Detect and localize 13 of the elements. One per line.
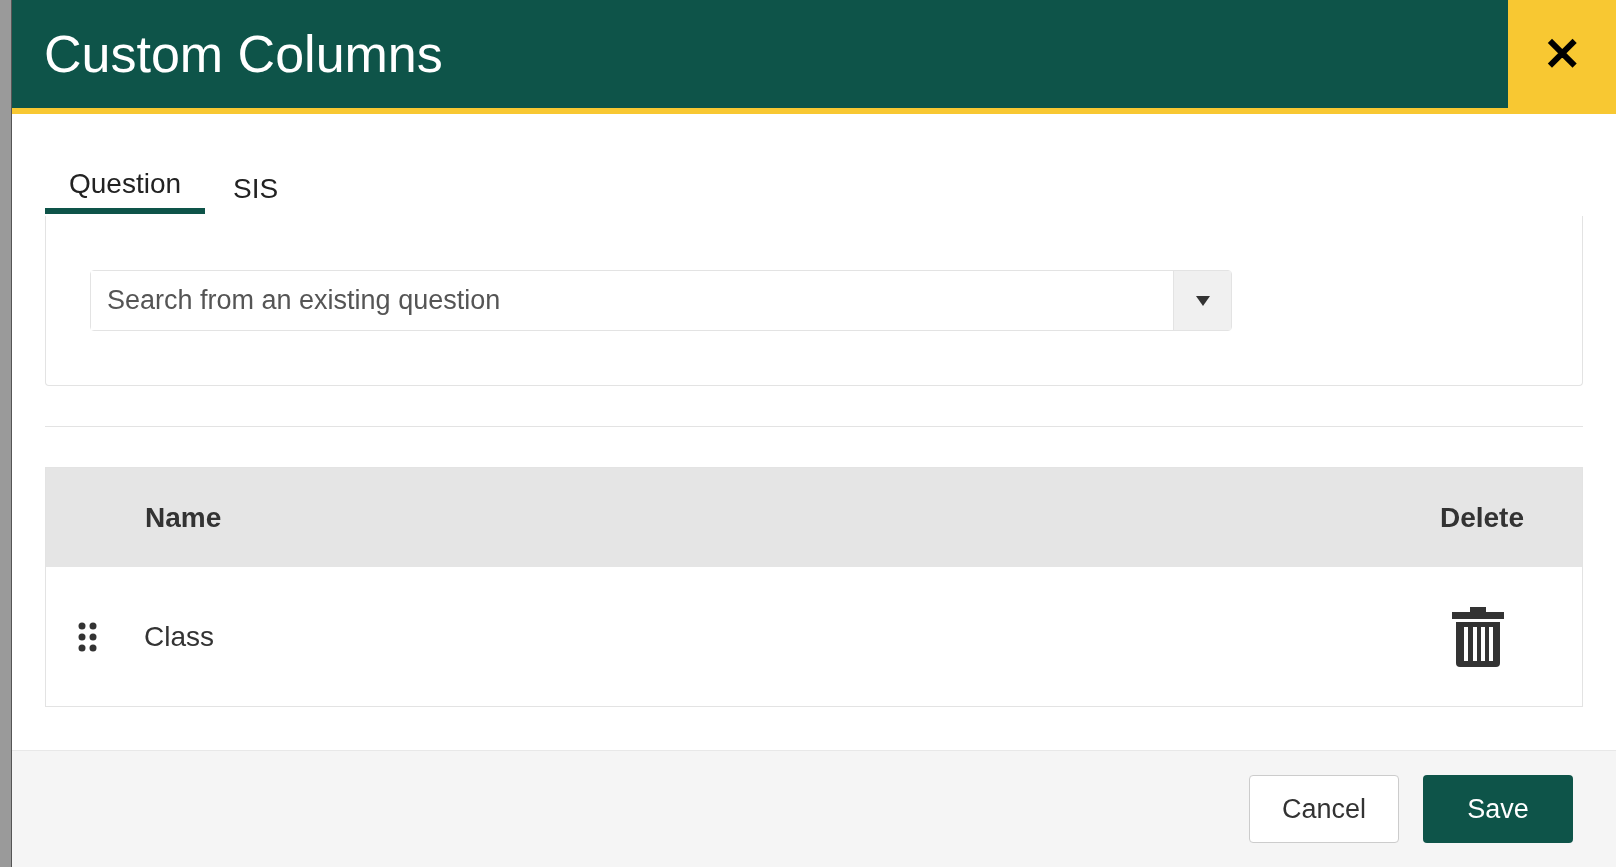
cancel-button[interactable]: Cancel: [1249, 775, 1399, 843]
dialog-title: Custom Columns: [44, 24, 443, 85]
column-header: Name: [145, 500, 223, 535]
close-button[interactable]: ✕: [1508, 0, 1616, 108]
caret-icon: [1195, 295, 1210, 306]
table-cell-text: Class: [144, 619, 215, 654]
tab[interactable]: Question: [45, 160, 206, 214]
dropdown-toggle[interactable]: [1173, 271, 1231, 330]
trash-icon[interactable]: [1452, 606, 1504, 667]
save-button[interactable]: Save: [1423, 775, 1573, 843]
column-header: Delete: [1439, 500, 1524, 535]
tab[interactable]: SIS: [209, 160, 303, 214]
drag-handle-icon[interactable]: [78, 621, 98, 652]
